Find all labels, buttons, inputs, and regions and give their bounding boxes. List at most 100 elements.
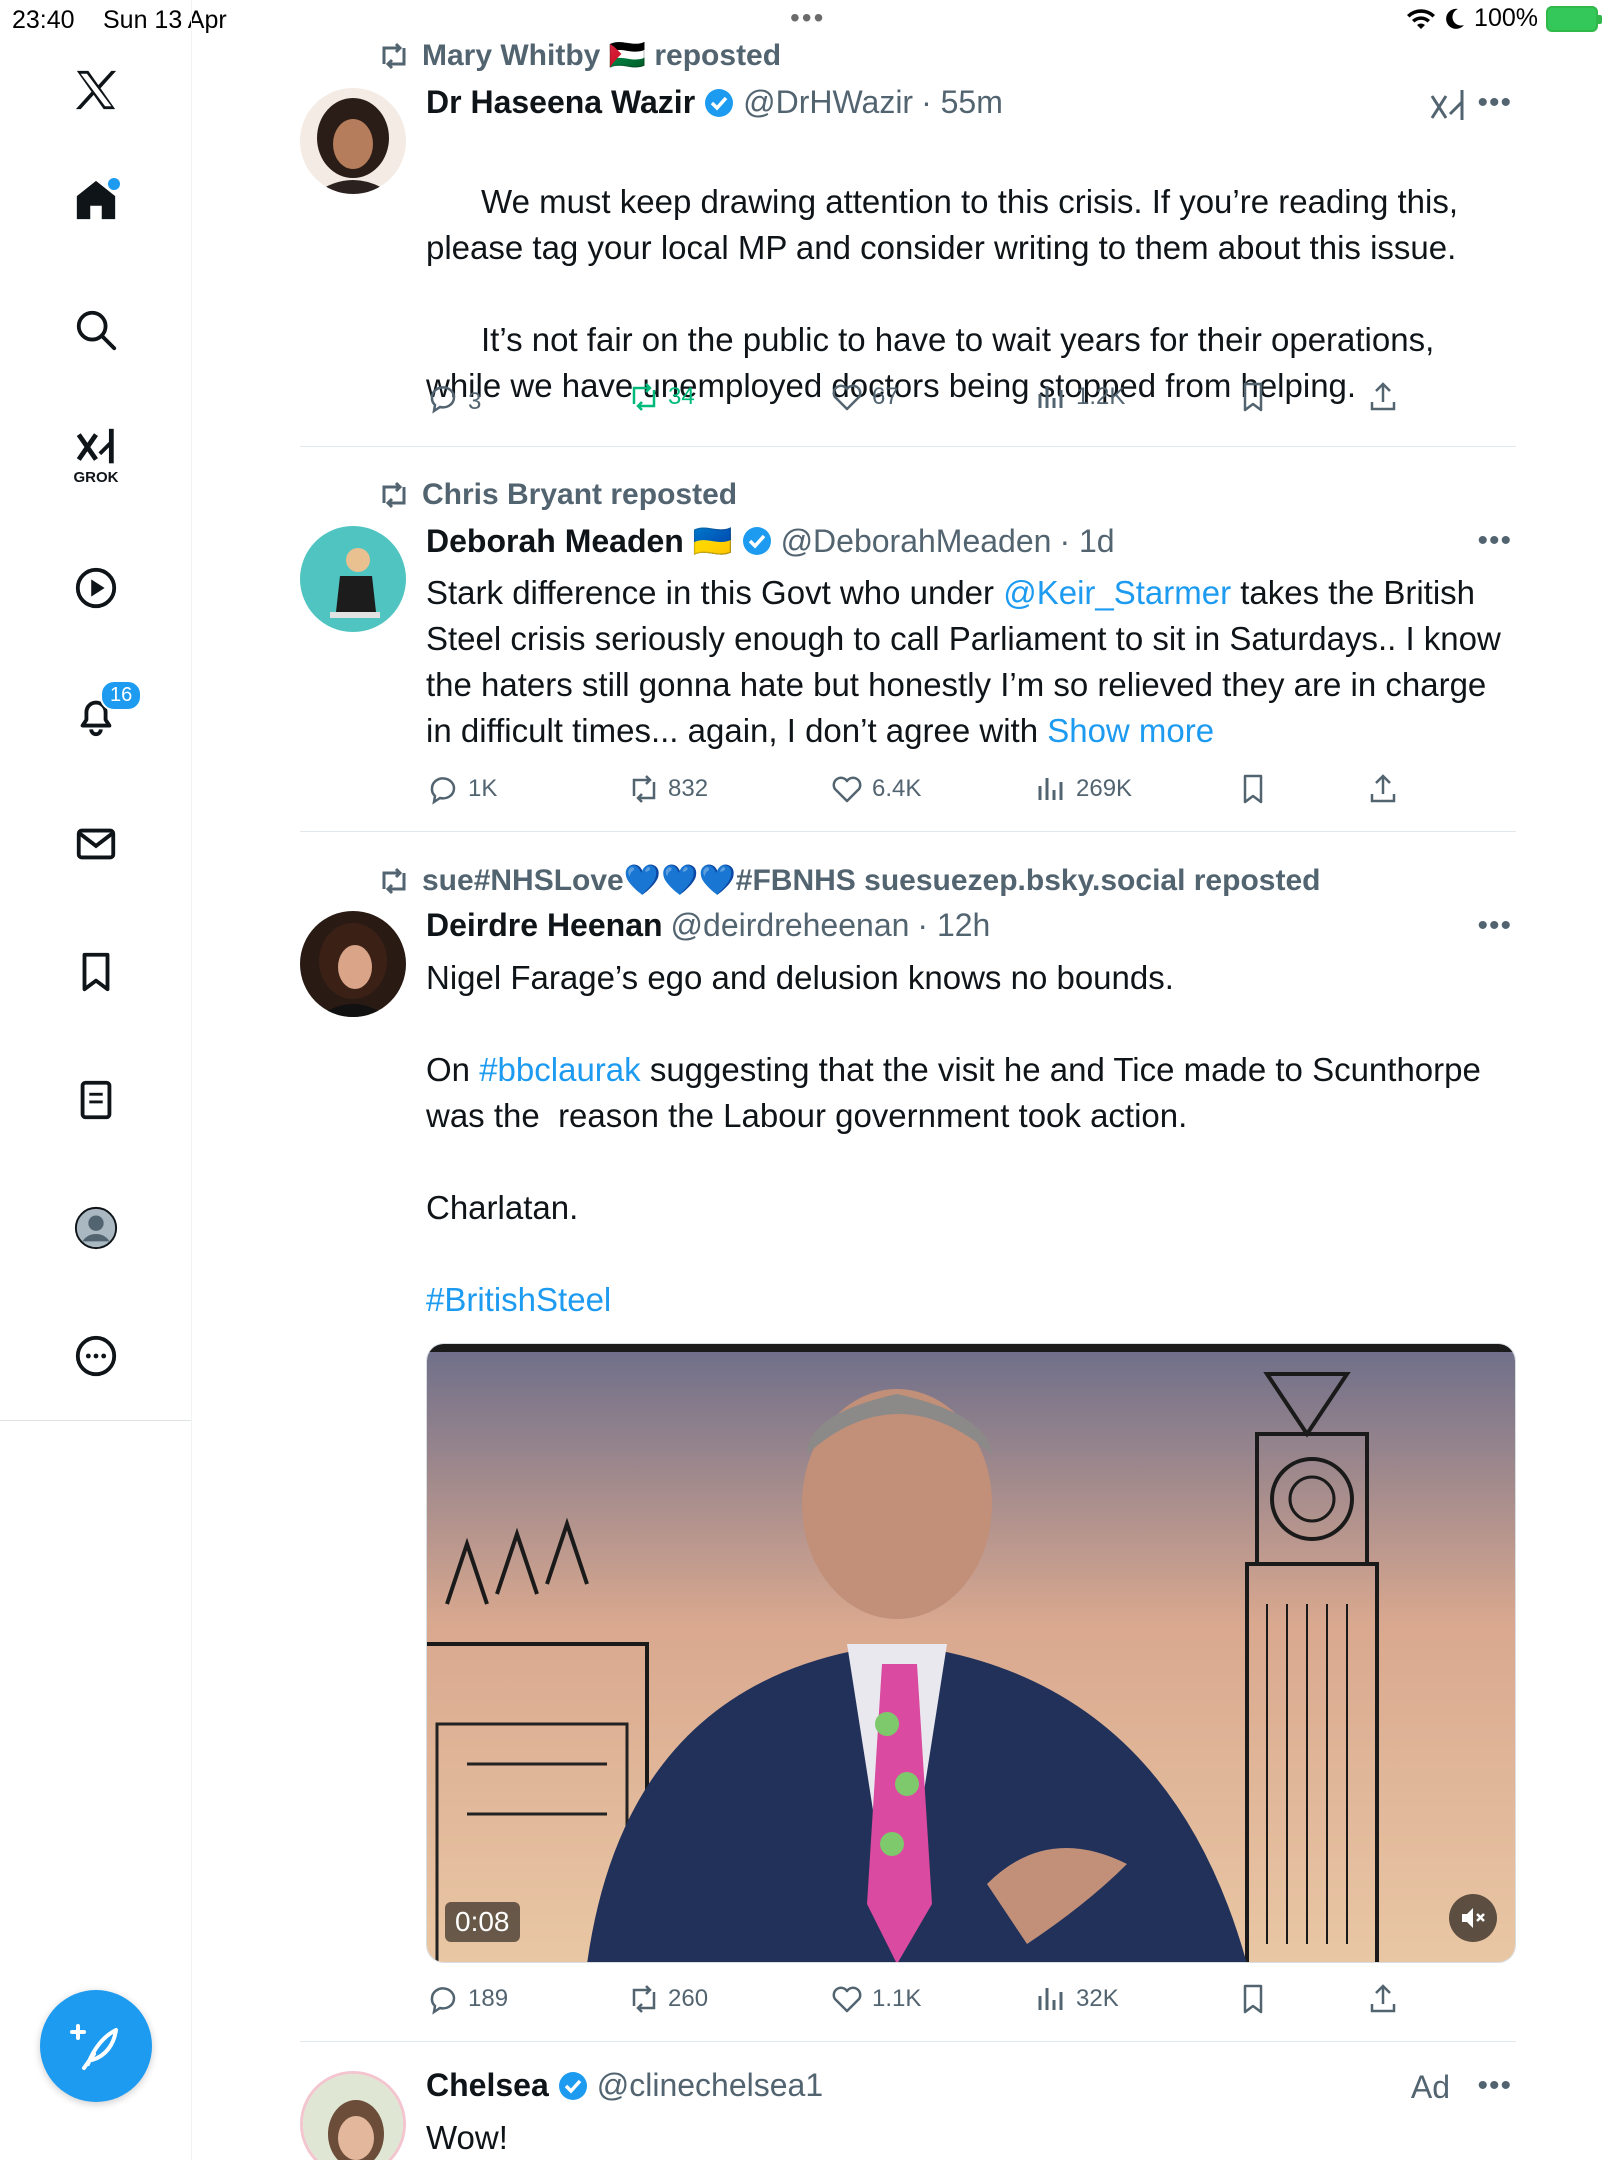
grok-label: GROK — [73, 468, 119, 486]
avatar[interactable] — [300, 911, 406, 1017]
like-button[interactable]: 6.4K — [830, 772, 921, 806]
like-count: 1.1K — [872, 1985, 922, 2012]
author-handle[interactable]: @DrHWazir — [743, 84, 913, 121]
repost-by[interactable]: Chris Bryant reposted — [422, 478, 737, 512]
nav-video[interactable] — [46, 548, 146, 628]
more-circle-icon — [75, 1335, 117, 1377]
nav-notifications[interactable]: 16 — [46, 676, 146, 756]
compose-feather-icon — [70, 2024, 118, 2070]
bookmark-icon — [82, 952, 110, 992]
views-count: 1.2K — [1076, 383, 1126, 410]
nav-grok[interactable]: GROK — [46, 415, 146, 495]
heart-icon — [832, 776, 862, 803]
repost-button[interactable]: 832 — [626, 772, 708, 806]
nav-messages[interactable] — [46, 804, 146, 884]
hashtag-link[interactable]: #bbclaurak — [479, 1051, 640, 1088]
bookmark-button[interactable] — [1236, 380, 1270, 414]
profile-avatar-icon — [74, 1206, 118, 1250]
tweet-text: Stark difference in this Govt who under … — [426, 570, 1516, 754]
author-name[interactable]: Deborah Meaden 🇺🇦 — [426, 522, 733, 560]
mention-link[interactable]: @Keir_Starmer — [1003, 574, 1231, 611]
muted-speaker-icon — [1462, 1908, 1485, 1928]
video-player[interactable]: 0:08 — [426, 1343, 1516, 1963]
wifi-icon — [1407, 8, 1436, 29]
bookmark-icon — [1243, 1984, 1263, 2014]
avatar[interactable] — [300, 526, 406, 632]
reply-button[interactable]: 189 — [426, 1982, 508, 2016]
like-count: 67 — [872, 383, 899, 410]
repost-button[interactable]: 34 — [626, 380, 695, 414]
tweet-actions: 189 260 1.1K 32K — [426, 1982, 1426, 2022]
reply-button[interactable]: 3 — [426, 380, 481, 416]
author-handle[interactable]: @clinechelsea1 — [597, 2067, 823, 2104]
grok-icon[interactable] — [1428, 88, 1468, 124]
tweet-divider — [300, 446, 1516, 447]
tweet-time[interactable]: · 1d — [1059, 523, 1114, 560]
reply-icon — [430, 386, 456, 414]
tweet-actions: 1K 832 6.4K 269K — [426, 772, 1426, 812]
like-button[interactable]: 1.1K — [830, 1982, 921, 2016]
repost-button[interactable]: 260 — [626, 1982, 708, 2016]
share-icon — [1370, 382, 1396, 411]
views-button[interactable]: 32K — [1034, 1982, 1119, 2016]
nav-profile[interactable] — [46, 1188, 146, 1268]
multitasking-dots-icon[interactable]: ••• — [790, 2, 825, 34]
mute-button[interactable] — [1449, 1894, 1497, 1942]
views-button[interactable]: 1.2K — [1034, 380, 1125, 414]
repost-indicator: Mary Whitby 🇵🇸 reposted — [378, 38, 781, 73]
repost-by[interactable]: Mary Whitby 🇵🇸 reposted — [422, 38, 781, 73]
repost-icon — [382, 867, 406, 894]
sidebar-divider — [0, 1420, 192, 1421]
author-handle[interactable]: @deirdreheenan — [671, 907, 910, 944]
video-duration: 0:08 — [445, 1902, 520, 1942]
ad-label: Ad — [1410, 2069, 1450, 2105]
tweet-time[interactable]: · 55m — [921, 84, 1003, 121]
reply-count: 1K — [468, 775, 498, 802]
show-more-link[interactable]: Show more — [1047, 712, 1214, 749]
compose-button[interactable] — [40, 1990, 152, 2102]
repost-indicator: sue#NHSLove💙💙💙#FBNHS suesuezep.bsky.soci… — [378, 863, 1320, 898]
more-options-icon[interactable]: ••• — [1477, 86, 1512, 120]
more-options-icon[interactable]: ••• — [1477, 524, 1512, 558]
author-name[interactable]: Chelsea — [426, 2067, 549, 2104]
like-count: 6.4K — [872, 775, 922, 802]
like-button[interactable]: 67 — [830, 380, 899, 414]
tweet-header: Deirdre Heenan @deirdreheenan · 12h — [426, 907, 990, 944]
tweet-text: Wow! — [426, 2119, 508, 2156]
author-handle[interactable]: @DeborahMeaden — [781, 523, 1052, 560]
tweet-text-2: On #bbclaurak suggesting that the visit … — [426, 1047, 1516, 1139]
nav-bookmarks[interactable] — [46, 932, 146, 1012]
share-button[interactable] — [1366, 1982, 1400, 2016]
tweet-divider — [300, 2041, 1516, 2042]
sidebar-border — [191, 1420, 192, 2160]
nav-more[interactable] — [46, 1316, 146, 1396]
more-options-icon[interactable]: ••• — [1477, 909, 1512, 943]
tweet-time[interactable]: · 12h — [917, 907, 990, 944]
hashtag-link[interactable]: #BritishSteel — [426, 1277, 1516, 1323]
list-icon — [80, 1080, 112, 1120]
repost-icon — [632, 775, 656, 803]
views-button[interactable]: 269K — [1034, 772, 1132, 806]
author-name[interactable]: Deirdre Heenan — [426, 907, 663, 944]
author-name[interactable]: Dr Haseena Wazir — [426, 84, 695, 121]
nav-lists[interactable] — [46, 1060, 146, 1140]
more-options-icon[interactable]: ••• — [1477, 2069, 1512, 2103]
nav-home[interactable] — [46, 160, 146, 240]
mail-icon — [76, 828, 116, 860]
home-unread-dot — [108, 178, 120, 190]
share-button[interactable] — [1366, 380, 1400, 414]
search-icon — [76, 310, 117, 351]
share-icon — [1370, 1984, 1396, 2013]
heart-icon — [832, 1986, 862, 2013]
repost-by[interactable]: sue#NHSLove💙💙💙#FBNHS suesuezep.bsky.soci… — [422, 863, 1320, 898]
bookmark-button[interactable] — [1236, 1982, 1270, 2016]
bookmark-button[interactable] — [1236, 772, 1270, 806]
reply-icon — [430, 777, 456, 805]
avatar[interactable] — [300, 2071, 406, 2160]
reply-button[interactable]: 1K — [426, 772, 497, 806]
share-button[interactable] — [1366, 772, 1400, 806]
avatar[interactable] — [300, 88, 406, 194]
nav-search[interactable] — [46, 290, 146, 370]
repost-count: 34 — [668, 383, 695, 410]
x-logo-icon[interactable] — [46, 50, 146, 130]
